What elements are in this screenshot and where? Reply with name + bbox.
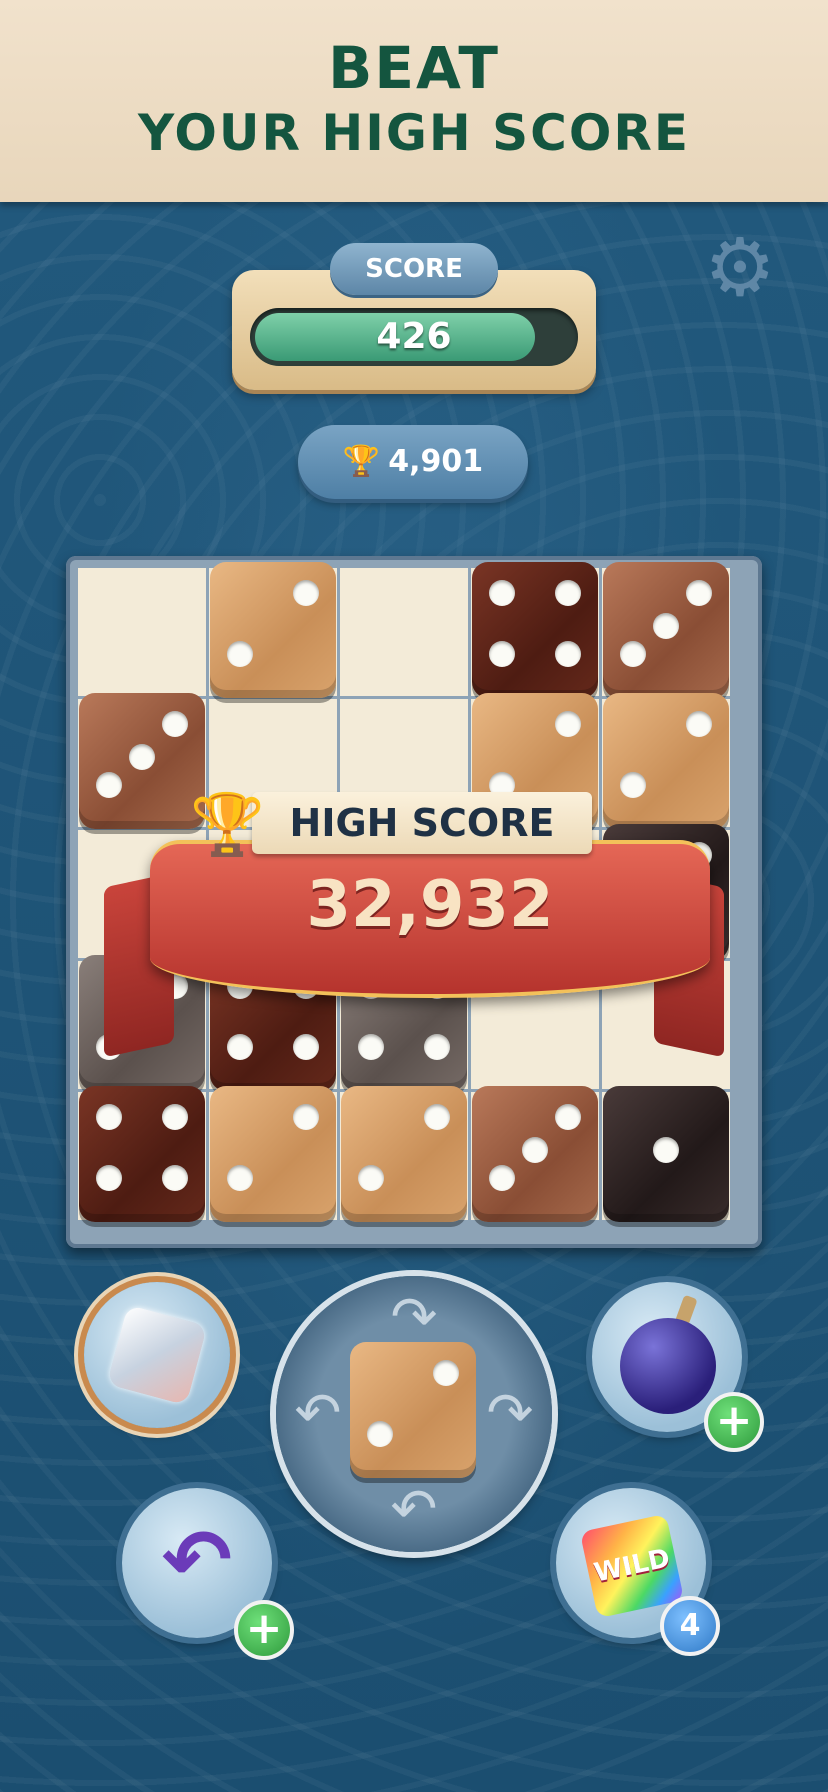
high-score-label: HIGH SCORE xyxy=(252,792,592,854)
die-pip xyxy=(620,641,647,668)
bomb-powerup-button[interactable]: + xyxy=(592,1282,764,1452)
die-pip xyxy=(554,579,581,606)
bomb-icon xyxy=(620,1318,716,1414)
rotate-arrow-icon: ↷ xyxy=(390,1285,438,1350)
diamond-icon xyxy=(106,1304,208,1406)
die-pip xyxy=(489,1165,516,1192)
die-pip xyxy=(96,1103,123,1130)
die-pip xyxy=(522,1137,548,1163)
next-piece-die[interactable] xyxy=(350,1342,476,1478)
die-pip xyxy=(653,613,679,639)
undo-icon: ↶ xyxy=(161,1511,233,1609)
die-pip xyxy=(227,641,254,668)
score-label: SCORE xyxy=(330,243,498,295)
die-pip xyxy=(292,579,319,606)
high-score-ribbon: 32,932 xyxy=(150,840,710,998)
die-pip xyxy=(620,772,647,799)
diamond-powerup-button[interactable] xyxy=(84,1282,230,1428)
die-pip xyxy=(227,1165,254,1192)
die-pip xyxy=(358,1165,385,1192)
die-pip xyxy=(432,1359,459,1386)
die-pip xyxy=(292,1103,319,1130)
board-die xyxy=(603,562,729,698)
die-pip xyxy=(227,1034,254,1061)
board-die xyxy=(79,693,205,829)
gear-icon[interactable]: ⚙ xyxy=(700,228,780,308)
wild-powerup-button[interactable]: WILD 4 xyxy=(556,1488,720,1656)
undo-powerup-button[interactable]: ↶ + xyxy=(122,1488,294,1660)
wild-count-badge: 4 xyxy=(660,1596,720,1656)
die-pip xyxy=(489,641,516,668)
board-cell[interactable] xyxy=(78,568,206,696)
die-pip xyxy=(423,1034,450,1061)
rotate-arrow-icon: ↶ xyxy=(294,1381,342,1446)
die-pip xyxy=(358,1034,385,1061)
board-die xyxy=(603,1086,729,1222)
best-score-pill: 🏆 4,901 xyxy=(298,425,528,499)
die-pip xyxy=(685,710,712,737)
die-pip xyxy=(423,1103,450,1130)
board-die xyxy=(79,1086,205,1222)
rotate-arrow-icon: ↶ xyxy=(390,1477,438,1542)
trophy-icon: 🏆 xyxy=(190,790,265,860)
board-cell[interactable] xyxy=(340,568,468,696)
die-pip xyxy=(653,1137,679,1163)
die-pip xyxy=(554,641,581,668)
die-pip xyxy=(489,579,516,606)
die-pip xyxy=(292,1034,319,1061)
board-die xyxy=(210,562,336,698)
die-pip xyxy=(554,710,581,737)
die-pip xyxy=(367,1421,394,1448)
add-bomb-badge[interactable]: + xyxy=(704,1392,764,1452)
banner-line-1: BEAT xyxy=(328,34,500,102)
board-die xyxy=(210,1086,336,1222)
die-pip xyxy=(96,1165,123,1192)
board-die xyxy=(603,693,729,829)
rotate-piece-button[interactable]: ↷ ↷ ↶ ↶ xyxy=(276,1276,552,1552)
score-progress-bar: 426 xyxy=(250,308,578,366)
high-score-value: 32,932 xyxy=(306,868,554,942)
wild-card-icon: WILD xyxy=(579,1513,685,1619)
banner-line-2: YOUR HIGH SCORE xyxy=(137,104,691,162)
die-pip xyxy=(96,772,123,799)
die-pip xyxy=(161,1165,188,1192)
die-pip xyxy=(161,710,188,737)
board-die xyxy=(341,1086,467,1222)
die-pip xyxy=(129,744,155,770)
best-score-value: 4,901 xyxy=(388,444,484,479)
score-value: 426 xyxy=(376,316,452,357)
die-pip xyxy=(554,1103,581,1130)
die-pip xyxy=(685,579,712,606)
promo-banner: BEAT YOUR HIGH SCORE xyxy=(0,0,828,202)
add-undo-badge[interactable]: + xyxy=(234,1600,294,1660)
board-die xyxy=(472,1086,598,1222)
die-pip xyxy=(161,1103,188,1130)
rotate-arrow-icon: ↷ xyxy=(486,1381,534,1446)
board-die xyxy=(472,562,598,698)
trophy-icon: 🏆 xyxy=(342,444,381,479)
